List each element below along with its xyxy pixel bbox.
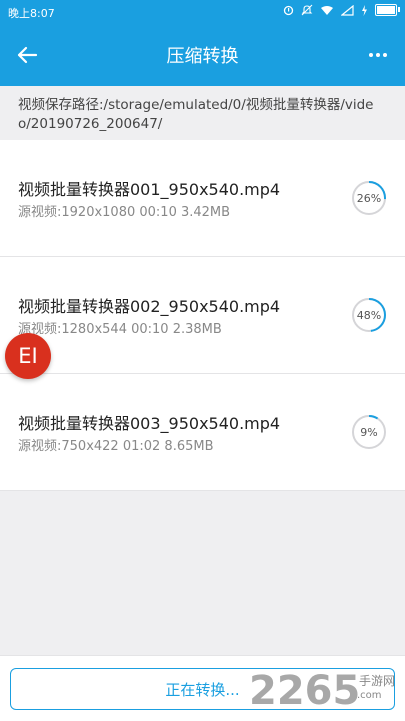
conversion-list: 视频批量转换器001_950x540.mp4 源视频:1920x1080 00:… [0,140,405,491]
page-title: 压缩转换 [166,46,239,67]
video-name: 视频批量转换器003_950x540.mp4 [18,414,281,433]
status-bar: 晚上8:07 [0,0,405,24]
charging-icon [362,4,367,16]
status-time: 晚上8:07 [8,7,55,20]
progress-label: 26% [356,191,382,205]
signal-icon [341,4,354,16]
progress-label: 9% [360,425,378,439]
video-source-info: 源视频:1920x1080 00:10 3.42MB [18,205,231,220]
app-header: 压缩转换 [0,24,405,86]
battery-icon [375,4,400,16]
video-name: 视频批量转换器002_950x540.mp4 [18,297,281,316]
save-path-section: 视频保存路径:/storage/emulated/0/视频批量转换器/video… [0,86,405,140]
wifi-icon [321,5,333,15]
video-source-info: 源视频:1280x544 00:10 2.38MB [18,322,222,337]
converting-status-button[interactable]: 正在转换... [10,668,395,710]
floating-badge-icon[interactable]: EI [5,333,51,379]
mute-icon [301,4,313,16]
video-source-info: 源视频:750x422 01:02 8.65MB [18,439,214,454]
progress-label: 48% [356,308,382,322]
status-icons [283,4,400,16]
notification-icon [283,5,294,15]
list-item[interactable]: 视频批量转换器001_950x540.mp4 源视频:1920x1080 00:… [0,140,405,257]
save-path-text: 视频保存路径:/storage/emulated/0/视频批量转换器/video… [18,97,374,132]
list-item[interactable]: 视频批量转换器003_950x540.mp4 源视频:750x422 01:02… [0,374,405,491]
video-name: 视频批量转换器001_950x540.mp4 [18,180,281,199]
more-options-icon[interactable] [363,40,393,70]
list-item[interactable]: 视频批量转换器002_950x540.mp4 源视频:1280x544 00:1… [0,257,405,374]
bottom-bar: 正在转换... [0,655,405,721]
